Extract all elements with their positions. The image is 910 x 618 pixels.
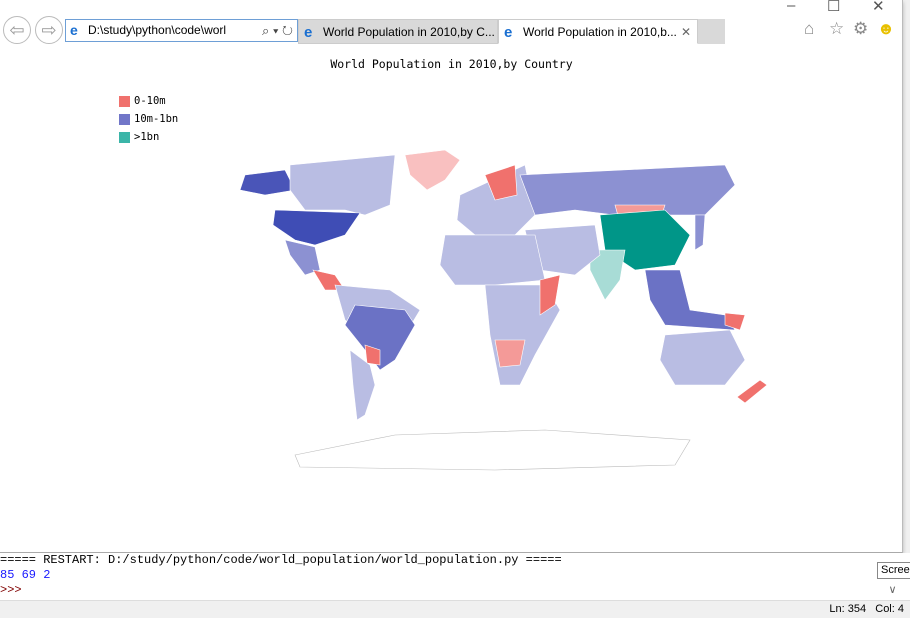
tooltip: Scree [877,562,910,579]
gear-icon[interactable]: ⚙ [853,19,868,39]
map-region-japan[interactable] [694,214,706,251]
shell-output: 85 69 2 [0,568,51,582]
back-icon: ⇦ [9,20,25,40]
ie-tab-icon: e [504,24,513,41]
search-icon[interactable]: ⌕ [262,23,269,38]
status-bar: Ln: 354 Col: 4 [0,600,910,617]
ie-page-icon: e [70,22,78,38]
dropdown-icon[interactable]: ▾ [273,23,278,38]
close-tab-icon[interactable]: ✕ [681,20,691,45]
address-bar[interactable]: e D:\study\python\code\worl ⌕ ▾ ↻ [65,19,298,42]
maximize-button[interactable]: ☐ [827,0,840,15]
line-number: Ln: 354 [829,603,867,615]
browser-window: ⇦ ⇨ e D:\study\python\code\worl ⌕ ▾ ↻ eW… [0,0,903,553]
tab-2[interactable]: e World Population in 2010,b... ✕ [498,19,698,44]
legend-item[interactable]: 0-10m [119,92,178,110]
address-text: D:\study\python\code\worl [88,23,227,37]
refresh-icon[interactable]: ↻ [282,23,293,38]
back-button[interactable]: ⇦ [3,16,31,44]
map-region-australia[interactable] [659,329,746,386]
map-region-new-zealand[interactable] [736,379,768,404]
map-region-antarctica[interactable] [294,429,691,471]
forward-icon: ⇨ [41,20,57,40]
map-region-southeast-asia[interactable] [644,269,736,331]
chart-title: World Population in 2010,by Country [330,57,573,71]
ie-tab-icon: e [304,24,313,41]
legend-swatch [119,113,130,125]
smiley-icon[interactable]: ☻ [877,19,895,39]
map-region-mexico[interactable] [284,239,321,276]
map-region-usa[interactable] [272,209,361,246]
shell-prompt: >>> [0,583,22,597]
tab-1[interactable]: e World Population in 2010,by C... [298,19,498,44]
legend-label: >1bn [134,131,160,143]
new-tab-button[interactable] [698,19,725,44]
map-region-southern-africa[interactable] [494,339,526,368]
legend-item[interactable]: >1bn [119,128,178,146]
legend: 0-10m 10m-1bn >1bn [119,92,178,146]
legend-swatch [119,95,130,107]
python-shell[interactable]: ===== RESTART: D:/study/python/code/worl… [0,553,875,600]
legend-item[interactable]: 10m-1bn [119,110,178,128]
legend-label: 0-10m [134,95,166,107]
star-icon[interactable]: ☆ [829,19,844,39]
column-number: Col: 4 [875,603,904,615]
tab-label: World Population in 2010,b... [523,25,677,39]
home-icon[interactable]: ⌂ [804,19,814,39]
map-region-canada[interactable] [289,154,396,216]
shell-restart-line: ===== RESTART: D:/study/python/code/worl… [0,553,562,567]
legend-label: 10m-1bn [134,113,179,125]
map-region-alaska[interactable] [239,169,296,196]
map-region-africa-north[interactable] [439,234,546,286]
scroll-down-icon[interactable]: ∨ [888,584,896,596]
tab-label: World Population in 2010,by C... [323,25,495,39]
close-window-button[interactable]: ✕ [872,0,885,15]
map-region-greenland[interactable] [404,149,461,191]
world-map [195,85,768,533]
legend-swatch [119,131,130,143]
forward-button[interactable]: ⇨ [35,16,63,44]
minimize-button[interactable]: – [787,0,795,14]
